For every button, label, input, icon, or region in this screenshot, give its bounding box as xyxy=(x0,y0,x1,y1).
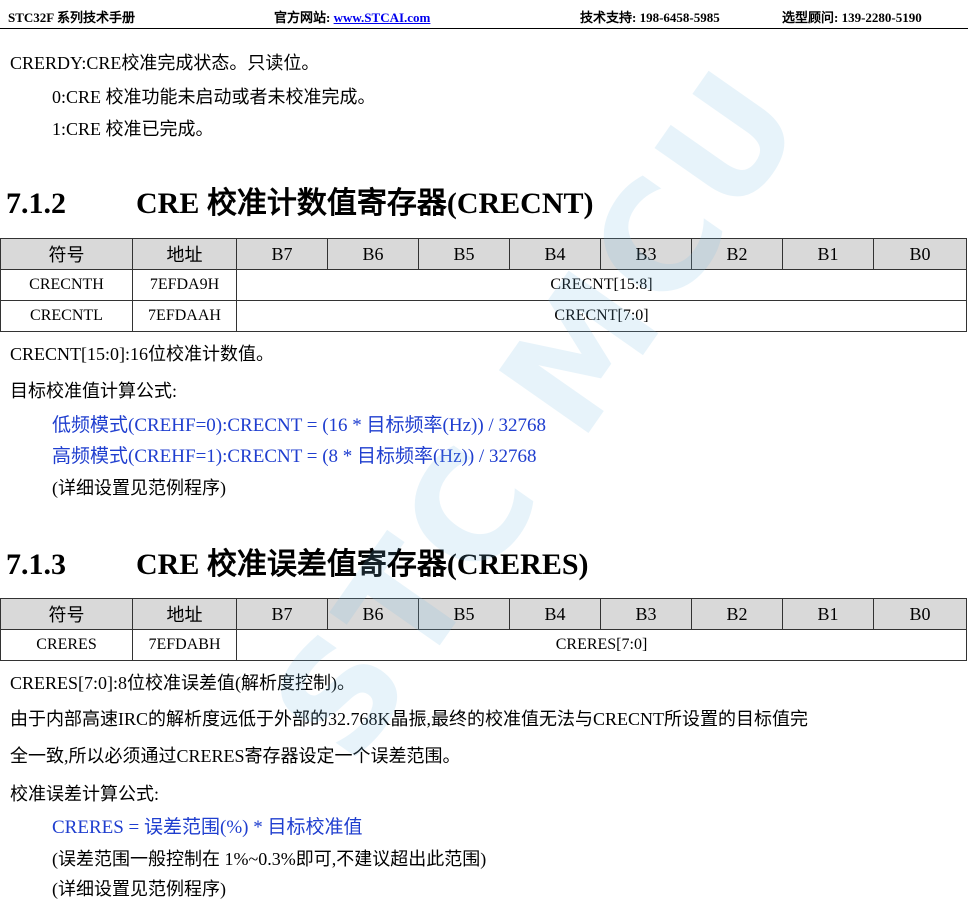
section-713-number: 7.1.3 xyxy=(6,548,66,581)
crerdy-value-1: 1:CRE 校准已完成。 xyxy=(52,119,214,139)
crecnt-formula-title: 目标校准值计算公式: xyxy=(10,381,178,401)
watermark-logo: STC MCU xyxy=(240,38,839,790)
header-b6: B6 xyxy=(327,238,419,270)
section-712-number: 7.1.2 xyxy=(6,187,66,220)
symbol-cell: CRECNTL xyxy=(0,300,133,332)
address-cell: 7EFDA9H xyxy=(132,269,237,301)
website-info: 官方网站: www.STCAI.com xyxy=(274,7,430,26)
crerdy-value-0: 0:CRE 校准功能未启动或者未校准完成。 xyxy=(52,87,376,107)
address-cell: 7EFDABH xyxy=(132,629,237,661)
support-label: 技术支持: xyxy=(580,10,637,25)
address-cell: 7EFDAAH xyxy=(132,300,237,332)
advisor-phone: 139-2280-5190 xyxy=(841,10,922,25)
page-header: STC32F 系列技术手册 官方网站: www.STCAI.com 技术支持: … xyxy=(0,0,968,29)
header-b5: B5 xyxy=(418,238,510,270)
creres-range-note: (误差范围一般控制在 1%~0.3%即可,不建议超出此范围) xyxy=(52,849,487,869)
section-712-heading: 7.1.2 CRE 校准计数值寄存器(CRECNT) xyxy=(6,186,946,226)
crecnt-register-table: 符号 地址 B7 B6 B5 B4 B3 B2 B1 B0 CRECNTH 7E… xyxy=(0,238,967,332)
header-symbol: 符号 xyxy=(0,238,133,270)
header-symbol: 符号 xyxy=(0,598,133,630)
creres-note: (详细设置见范例程序) xyxy=(52,879,226,899)
header-b4: B4 xyxy=(509,598,601,630)
header-b3: B3 xyxy=(600,598,692,630)
table-row: CRECNTH 7EFDA9H CRECNT[15:8] xyxy=(0,269,967,301)
header-b1: B1 xyxy=(782,238,874,270)
header-b0: B0 xyxy=(873,598,967,630)
crecnt-note: (详细设置见范例程序) xyxy=(52,478,226,498)
support-info: 技术支持: 198-6458-5985 xyxy=(580,7,720,26)
creres-formula: CRERES = 误差范围(%) * 目标校准值 xyxy=(52,817,363,838)
symbol-cell: CRECNTH xyxy=(0,269,133,301)
advisor-label: 选型顾问: xyxy=(782,10,839,25)
creres-formula-title: 校准误差计算公式: xyxy=(10,784,160,804)
website-link[interactable]: www.STCAI.com xyxy=(334,10,431,25)
table-row: CRECNTL 7EFDAAH CRECNT[7:0] xyxy=(0,300,967,332)
support-phone: 198-6458-5985 xyxy=(639,10,720,25)
header-address: 地址 xyxy=(132,238,237,270)
header-b2: B2 xyxy=(691,598,783,630)
symbol-cell: CRERES xyxy=(0,629,133,661)
advisor-info: 选型顾问: 139-2280-5190 xyxy=(782,7,922,26)
crerdy-desc: CRERDY:CRE校准完成状态。只读位。 xyxy=(10,53,320,73)
crecnt-desc: CRECNT[15:0]:16位校准计数值。 xyxy=(10,344,274,364)
manual-title: STC32F 系列技术手册 xyxy=(8,10,135,25)
header-b1: B1 xyxy=(782,598,874,630)
header-b7: B7 xyxy=(236,238,328,270)
section-712-title: CRE 校准计数值寄存器(CRECNT) xyxy=(136,187,594,220)
header-address: 地址 xyxy=(132,598,237,630)
website-label: 官方网站: xyxy=(274,10,331,25)
table-header-row: 符号 地址 B7 B6 B5 B4 B3 B2 B1 B0 xyxy=(0,238,967,270)
header-b0: B0 xyxy=(873,238,967,270)
